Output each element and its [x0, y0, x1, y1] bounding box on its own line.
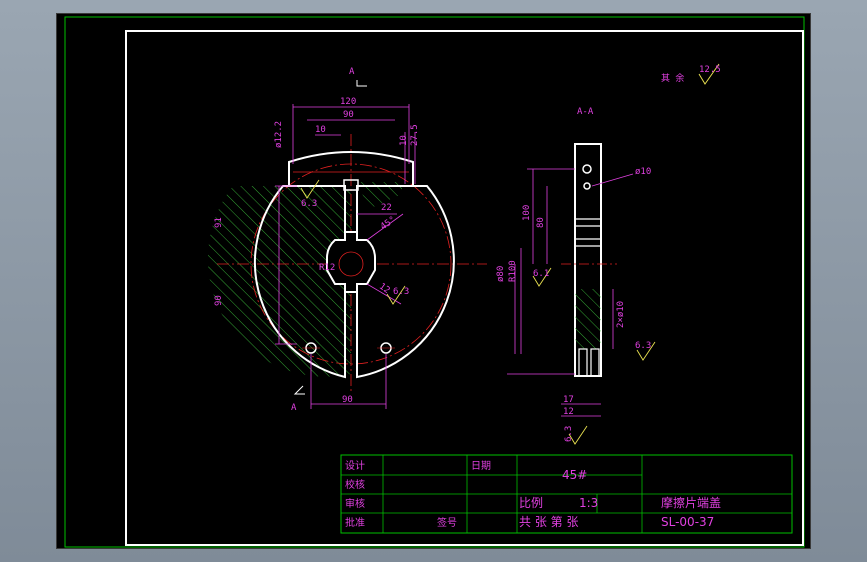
main-view: A A 120 90 10 ø12.2 10 27.5 91 90 22 45°…: [207, 67, 487, 413]
dim-lower-height: 90: [214, 295, 224, 306]
tb-material: 45#: [562, 468, 587, 482]
tb-check: 校核: [345, 478, 365, 491]
dim-aa-dia80: ø80: [496, 266, 506, 282]
roughness-mark-3: 6.1: [533, 269, 549, 279]
dim-upper-height: 91: [214, 217, 224, 228]
dim-bottom-width: 90: [342, 395, 353, 405]
dim-aa-r100: R100: [508, 260, 518, 282]
dim-aa-h80: 80: [536, 217, 546, 228]
section-view: A-A ø10 100 80 ø80 R100 2×ø10 17 12 6.1 …: [496, 107, 656, 445]
outer-border: [64, 16, 805, 548]
title-block: 设计 校核 审核 批准 日期 签号 45# 比例 1:3 摩擦片端盖 共 张 第…: [340, 454, 793, 534]
roughness-mark-4: 6.3: [635, 341, 651, 351]
roughness-mark-5: 6.3: [564, 426, 574, 442]
tb-seal: 签号: [437, 516, 457, 529]
roughness-mark-2: 6.3: [393, 287, 409, 297]
dim-small-width: 10: [315, 125, 326, 135]
dim-right-10: 10: [399, 135, 409, 146]
tb-drawing-no: SL-00-37: [661, 515, 714, 529]
dim-aa-2x10: 2×ø10: [616, 301, 626, 328]
dim-keyway-12: 12: [377, 282, 392, 296]
cad-drawing: A A 120 90 10 ø12.2 10 27.5 91 90 22 45°…: [64, 16, 805, 548]
drawing-viewport[interactable]: A A 120 90 10 ø12.2 10 27.5 91 90 22 45°…: [56, 13, 811, 549]
dim-right-27: 27.5: [410, 124, 420, 146]
center-hub: [325, 231, 377, 293]
dim-aa-17: 17: [563, 395, 574, 405]
dim-aa-12: 12: [563, 407, 574, 417]
section-hole-2: [583, 182, 591, 190]
dim-chamfer-22: 22: [381, 203, 392, 213]
dim-top-width: 120: [340, 97, 356, 107]
tb-scale-label: 比例: [519, 496, 543, 510]
tb-review: 审核: [345, 497, 365, 510]
section-hatch: [575, 289, 601, 349]
roughness-note-value: 12.5: [699, 65, 721, 75]
tb-date: 日期: [471, 460, 491, 472]
roughness-note: 其 余 12.5: [661, 63, 721, 85]
dim-inner-width: 90: [343, 110, 354, 120]
right-half-outline: [356, 185, 455, 379]
dim-aa-dia10: ø10: [635, 167, 651, 177]
tb-approve: 批准: [345, 516, 365, 529]
tb-sheets: 共 张 第 张: [519, 515, 578, 529]
hatch-left: [207, 186, 351, 377]
section-marker-bottom: A: [291, 403, 297, 413]
roughness-note-label: 其 余: [661, 72, 684, 84]
dim-r12: R12: [319, 263, 335, 273]
section-marker-top: A: [349, 67, 355, 77]
tb-part-name: 摩擦片端盖: [661, 495, 721, 510]
dim-angle-45: 45°: [379, 215, 398, 233]
dim-dia-left: ø12.2: [274, 121, 284, 148]
tb-scale-value: 1:3: [579, 496, 598, 510]
section-hole-top: [582, 164, 592, 174]
tb-design: 设计: [345, 459, 365, 472]
section-title: A-A: [577, 107, 594, 117]
dim-aa-h100: 100: [522, 205, 532, 221]
roughness-mark-1: 6.3: [301, 199, 317, 209]
